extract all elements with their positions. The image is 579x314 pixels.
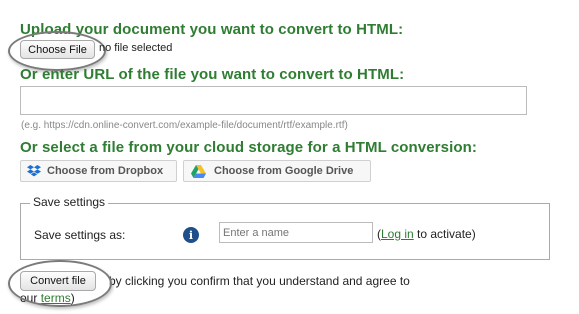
save-settings-label: Save settings as:: [34, 228, 126, 242]
activate-text: to activate): [413, 227, 476, 241]
save-settings-legend: Save settings: [30, 195, 109, 209]
dropbox-icon: [27, 164, 41, 178]
url-heading: Or enter URL of the file you want to con…: [20, 66, 405, 83]
cloud-heading: Or select a file from your cloud storage…: [20, 139, 477, 156]
url-input[interactable]: [20, 86, 527, 115]
dropbox-label: Choose from Dropbox: [47, 165, 164, 177]
choose-from-dropbox-button[interactable]: Choose from Dropbox: [20, 160, 177, 182]
url-example-hint: (e.g. https://cdn.online-convert.com/exa…: [21, 120, 348, 131]
choose-from-google-drive-button[interactable]: Choose from Google Drive: [183, 160, 371, 182]
google-drive-label: Choose from Google Drive: [214, 165, 354, 177]
settings-name-input[interactable]: [219, 222, 373, 243]
login-activate-text: (Log in to activate): [377, 227, 476, 241]
login-link[interactable]: Log in: [381, 227, 414, 241]
highlight-ellipse-choose-file: [8, 31, 106, 71]
highlight-ellipse-convert: [8, 260, 112, 307]
file-status-text: no file selected: [99, 42, 173, 54]
terms-line-1: by clicking you confirm that you underst…: [109, 274, 410, 288]
google-drive-icon: [191, 164, 206, 178]
info-icon[interactable]: i: [183, 227, 199, 243]
